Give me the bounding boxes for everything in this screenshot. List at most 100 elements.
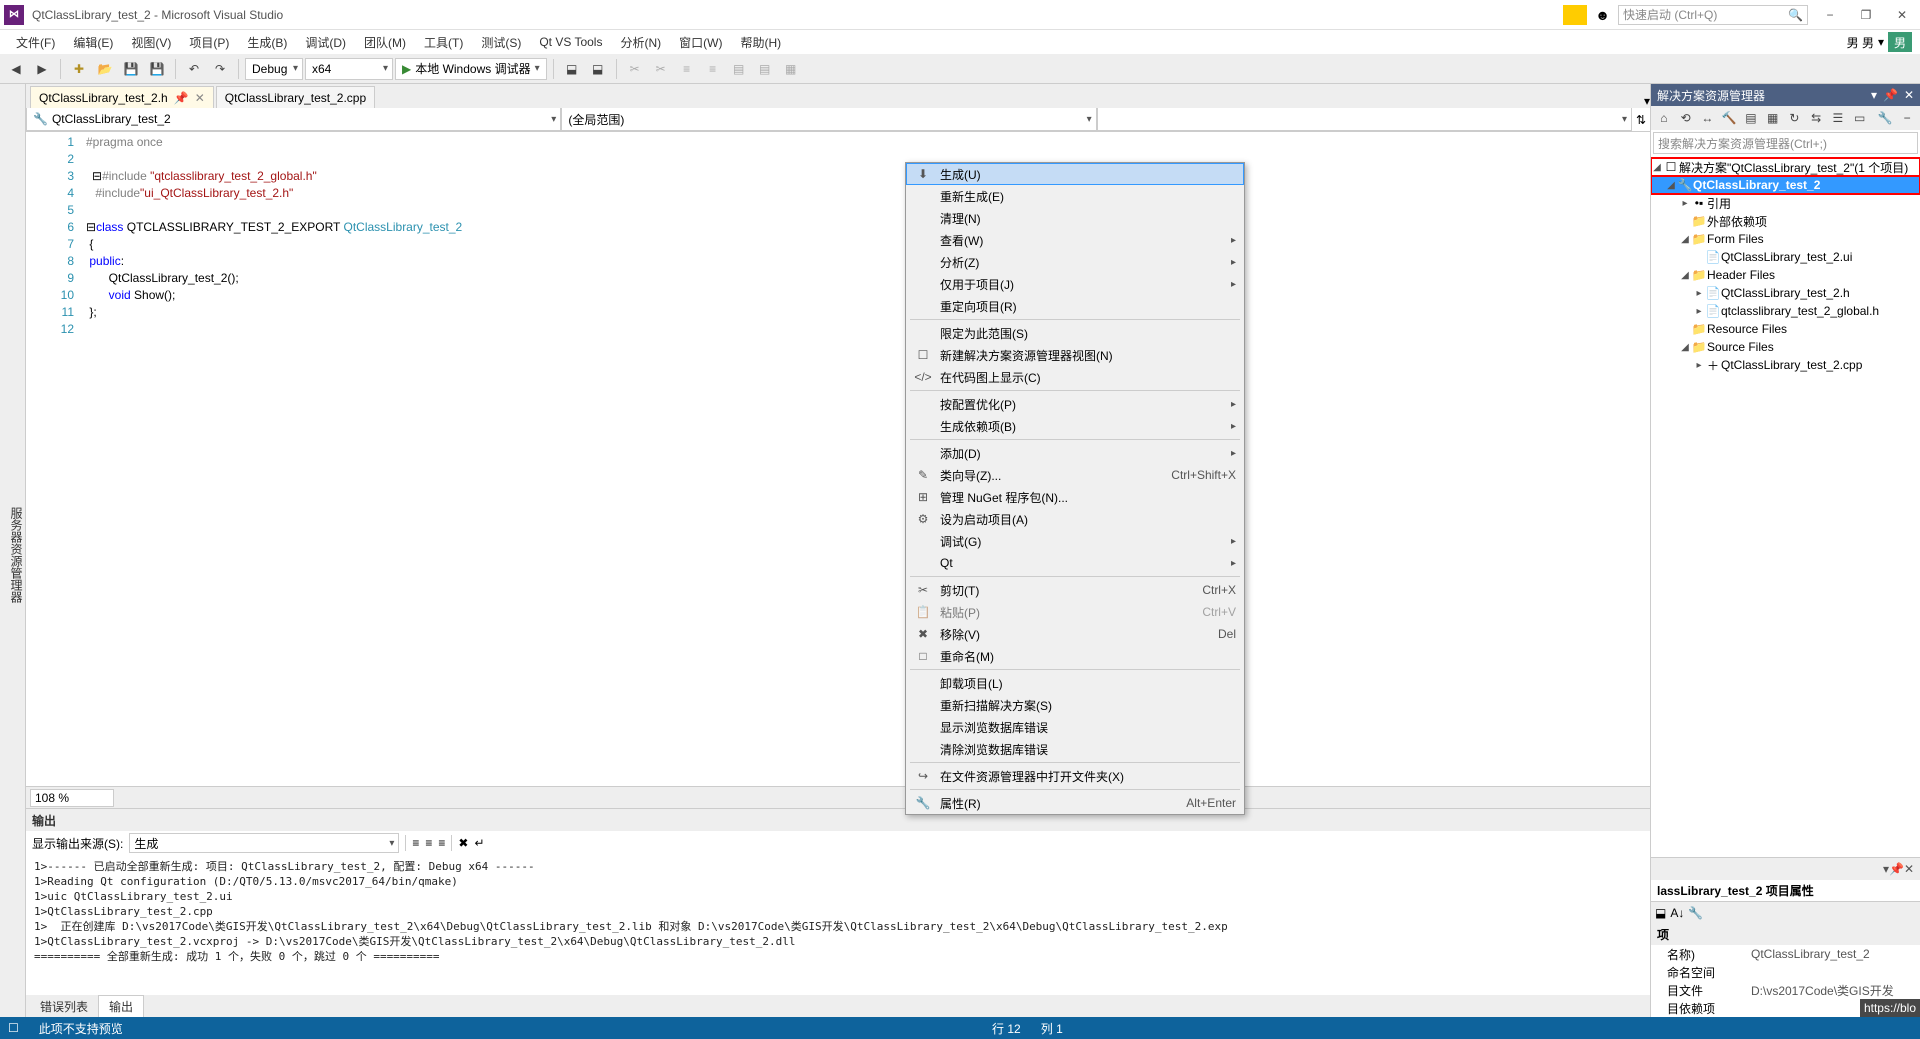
context-menu-item[interactable]: ✎类向导(Z)...Ctrl+Shift+X <box>906 464 1244 486</box>
tree-node[interactable]: ◢📁Source Files <box>1651 338 1920 356</box>
tab-cpp-file[interactable]: QtClassLibrary_test_2.cpp <box>216 86 375 108</box>
panel-dropdown-icon[interactable]: ▾ <box>1871 88 1877 102</box>
menu-qt[interactable]: Qt VS Tools <box>531 33 610 51</box>
sol-wrench-icon[interactable]: 🔧 <box>1877 109 1895 127</box>
server-explorer-tab[interactable]: 服务器资源管理器 <box>8 507 25 603</box>
context-menu-item[interactable]: 清理(N) <box>906 207 1244 229</box>
tree-node[interactable]: 📁Resource Files <box>1651 320 1920 338</box>
tab-output[interactable]: 输出 <box>98 995 144 1017</box>
menu-analyze[interactable]: 分析(N) <box>612 32 669 53</box>
tree-node[interactable]: ▸📄qtclasslibrary_test_2_global.h <box>1651 302 1920 320</box>
minimize-button[interactable]: − <box>1816 5 1844 25</box>
tree-node[interactable]: ▸＋QtClassLibrary_test_2.cpp <box>1651 356 1920 374</box>
output-text[interactable]: 1>------ 已启动全部重新生成: 项目: QtClassLibrary_t… <box>26 855 1650 995</box>
sol-5-icon[interactable]: ☰ <box>1829 109 1847 127</box>
property-row[interactable]: 命名空间 <box>1651 963 1920 981</box>
sol-home-icon[interactable]: ⌂ <box>1655 109 1673 127</box>
property-row[interactable]: 名称)QtClassLibrary_test_2 <box>1651 945 1920 963</box>
menu-view[interactable]: 视图(V) <box>123 32 179 53</box>
tree-node[interactable]: ▸📄QtClassLibrary_test_2.h <box>1651 284 1920 302</box>
maximize-button[interactable]: ❐ <box>1852 5 1880 25</box>
solution-tree[interactable]: ◢☐解决方案"QtClassLibrary_test_2"(1 个项目) ◢🔧Q… <box>1651 156 1920 857</box>
toolbar-btn-9[interactable]: ▦ <box>779 57 803 81</box>
output-btn-3[interactable]: ≡ <box>438 836 445 850</box>
toolbar-btn-3[interactable]: ✂ <box>623 57 647 81</box>
feedback-icon[interactable]: ☻ <box>1595 7 1610 23</box>
open-file-button[interactable]: 📂 <box>93 57 117 81</box>
code-content[interactable]: #pragma once ⊟#include "qtclasslibrary_t… <box>86 132 1650 786</box>
save-button[interactable]: 💾 <box>119 57 143 81</box>
context-menu-item[interactable]: ☐新建解决方案资源管理器视图(N) <box>906 344 1244 366</box>
menu-team[interactable]: 团队(M) <box>356 32 414 53</box>
tab-error-list[interactable]: 错误列表 <box>30 996 98 1017</box>
context-menu-item[interactable]: ⊞管理 NuGet 程序包(N)... <box>906 486 1244 508</box>
context-menu-item[interactable]: 查看(W)▸ <box>906 229 1244 251</box>
platform-combo[interactable]: x64 <box>305 58 393 80</box>
context-menu-item[interactable]: </>在代码图上显示(C) <box>906 366 1244 388</box>
member-combo[interactable]: (全局范围) <box>561 108 1096 131</box>
context-menu-item[interactable]: □重命名(M) <box>906 645 1244 667</box>
prop-cat-icon[interactable]: ⬓ <box>1655 906 1666 920</box>
sol-minus-icon[interactable]: − <box>1898 109 1916 127</box>
save-all-button[interactable]: 💾 <box>145 57 169 81</box>
context-menu-item[interactable]: 🔧属性(R)Alt+Enter <box>906 792 1244 814</box>
panel-close-icon[interactable]: ✕ <box>1904 88 1914 102</box>
sol-4-icon[interactable]: ⇆ <box>1807 109 1825 127</box>
nav-back-button[interactable]: ◀ <box>4 57 28 81</box>
prop-pin-icon[interactable]: 📌 <box>1889 862 1904 876</box>
project-node[interactable]: ◢🔧QtClassLibrary_test_2 <box>1651 176 1920 194</box>
tree-node[interactable]: ▸•▪引用 <box>1651 194 1920 212</box>
menu-build[interactable]: 生成(B) <box>239 32 295 53</box>
solution-root-node[interactable]: ◢☐解决方案"QtClassLibrary_test_2"(1 个项目) <box>1651 158 1920 176</box>
output-wrap-button[interactable]: ↵ <box>474 836 484 850</box>
menu-project[interactable]: 项目(P) <box>181 32 237 53</box>
redo-button[interactable]: ↷ <box>208 57 232 81</box>
sol-sync-icon[interactable]: ↔ <box>1699 109 1717 127</box>
close-button[interactable]: ✕ <box>1888 5 1916 25</box>
context-menu-item[interactable]: 生成依赖项(B)▸ <box>906 415 1244 437</box>
context-menu-item[interactable]: 清除浏览数据库错误 <box>906 738 1244 760</box>
output-btn-2[interactable]: ≡ <box>425 836 432 850</box>
context-menu-item[interactable]: 重新生成(E) <box>906 185 1244 207</box>
sol-hammer-icon[interactable]: 🔨 <box>1720 109 1738 127</box>
toolbar-btn-2[interactable]: ⬓ <box>586 57 610 81</box>
user-avatar-icon[interactable]: 男 <box>1888 32 1912 52</box>
context-menu-item[interactable]: ↪在文件资源管理器中打开文件夹(X) <box>906 765 1244 787</box>
quick-launch-input[interactable]: 快速启动 (Ctrl+Q) 🔍 <box>1618 5 1808 25</box>
menu-debug[interactable]: 调试(D) <box>297 32 354 53</box>
toolbar-btn-4[interactable]: ✂ <box>649 57 673 81</box>
sol-refresh-icon[interactable]: ⟲ <box>1677 109 1695 127</box>
context-menu-item[interactable]: 📋粘贴(P)Ctrl+V <box>906 601 1244 623</box>
toolbar-btn-7[interactable]: ▤ <box>727 57 751 81</box>
property-row[interactable]: 目文件D:\vs2017Code\类GIS开发 <box>1651 981 1920 999</box>
sol-3-icon[interactable]: ↻ <box>1786 109 1804 127</box>
toolbar-btn-1[interactable]: ⬓ <box>560 57 584 81</box>
menu-edit[interactable]: 编辑(E) <box>65 32 121 53</box>
context-menu-item[interactable]: ✂剪切(T)Ctrl+X <box>906 579 1244 601</box>
output-clear-button[interactable]: ✖ <box>458 836 468 850</box>
context-menu-item[interactable]: Qt▸ <box>906 552 1244 574</box>
context-menu-item[interactable]: 卸载项目(L) <box>906 672 1244 694</box>
solution-search-input[interactable]: 搜索解决方案资源管理器(Ctrl+;) <box>1653 132 1918 154</box>
toolbar-btn-8[interactable]: ▤ <box>753 57 777 81</box>
tab-header-file[interactable]: QtClassLibrary_test_2.h 📌 ✕ <box>30 86 214 108</box>
context-menu-item[interactable]: ✖移除(V)Del <box>906 623 1244 645</box>
zoom-combo[interactable]: 108 % <box>30 789 114 807</box>
start-debug-button[interactable]: ▶ 本地 Windows 调试器 ▾ <box>395 58 547 80</box>
context-menu-item[interactable]: ⚙设为启动项目(A) <box>906 508 1244 530</box>
prop-close-icon[interactable]: ✕ <box>1904 862 1914 876</box>
empty-combo[interactable] <box>1097 108 1632 131</box>
sol-1-icon[interactable]: ▤ <box>1742 109 1760 127</box>
context-menu-item[interactable]: 按配置优化(P)▸ <box>906 393 1244 415</box>
output-source-combo[interactable]: 生成 <box>129 833 399 853</box>
code-editor[interactable]: 123456789101112 #pragma once ⊟#include "… <box>26 132 1650 786</box>
menu-tools[interactable]: 工具(T) <box>416 32 471 53</box>
menu-file[interactable]: 文件(F) <box>8 32 63 53</box>
toolbar-btn-6[interactable]: ≡ <box>701 57 725 81</box>
split-icon[interactable]: ⇅ <box>1632 108 1650 131</box>
sol-6-icon[interactable]: ▭ <box>1851 109 1869 127</box>
user-dropdown-icon[interactable]: ▾ <box>1878 35 1884 49</box>
toolbar-btn-5[interactable]: ≡ <box>675 57 699 81</box>
close-tab-icon[interactable]: ✕ <box>195 91 205 105</box>
context-menu-item[interactable]: 仅用于项目(J)▸ <box>906 273 1244 295</box>
